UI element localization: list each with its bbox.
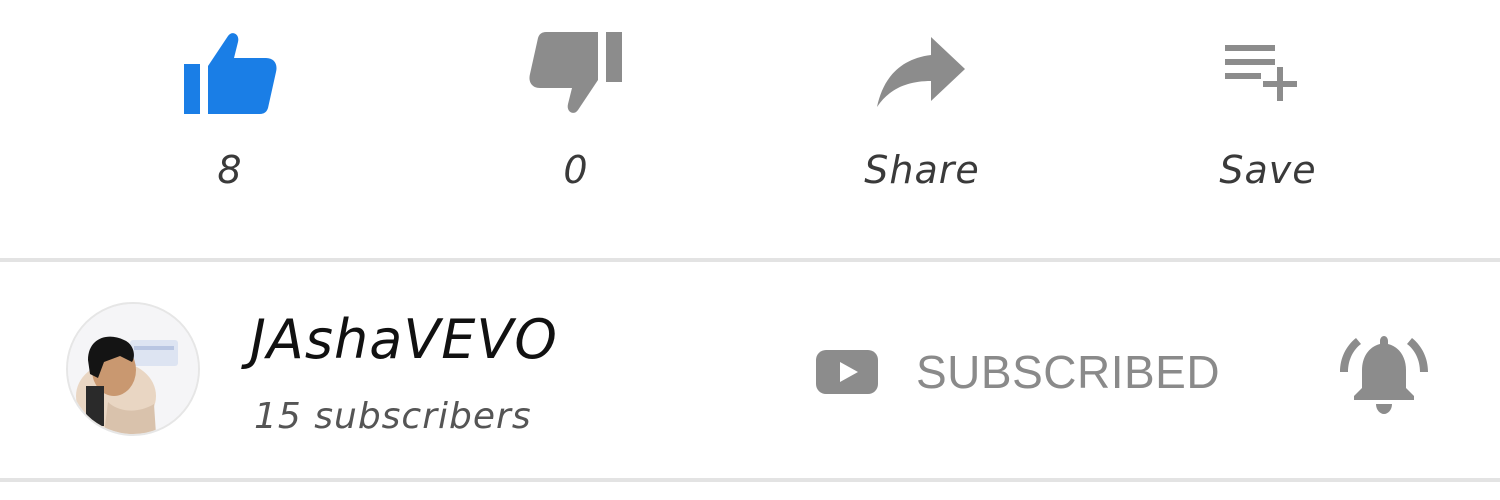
video-action-bar: 8 0 Share Save: [0, 0, 1500, 258]
thumbs-up-icon: [120, 18, 340, 128]
notification-bell-icon: [1340, 336, 1428, 414]
playlist-add-icon: [1158, 18, 1378, 128]
thumbs-down-icon: [466, 18, 686, 128]
dislike-button[interactable]: 0: [466, 0, 686, 230]
subscribed-label: SUBSCRIBED: [916, 346, 1221, 398]
youtube-play-icon: [816, 350, 878, 394]
channel-name[interactable]: JAshaVEVO: [250, 308, 558, 371]
divider: [0, 478, 1500, 482]
dislike-count: 0: [563, 148, 589, 192]
like-count: 8: [217, 148, 243, 192]
notification-bell-button[interactable]: [1336, 328, 1432, 418]
channel-info-row: JAshaVEVO 15 subscribers SUBSCRIBED: [0, 262, 1500, 478]
subscriber-count: 15 subscribers: [254, 396, 532, 437]
share-arrow-icon: [812, 18, 1032, 128]
like-button[interactable]: 8: [120, 0, 340, 230]
save-label: Save: [1219, 148, 1317, 192]
save-button[interactable]: Save: [1158, 0, 1378, 230]
share-label: Share: [864, 148, 980, 192]
subscribed-button[interactable]: SUBSCRIBED: [816, 332, 1220, 412]
channel-avatar[interactable]: [66, 302, 200, 436]
share-button[interactable]: Share: [812, 0, 1032, 230]
